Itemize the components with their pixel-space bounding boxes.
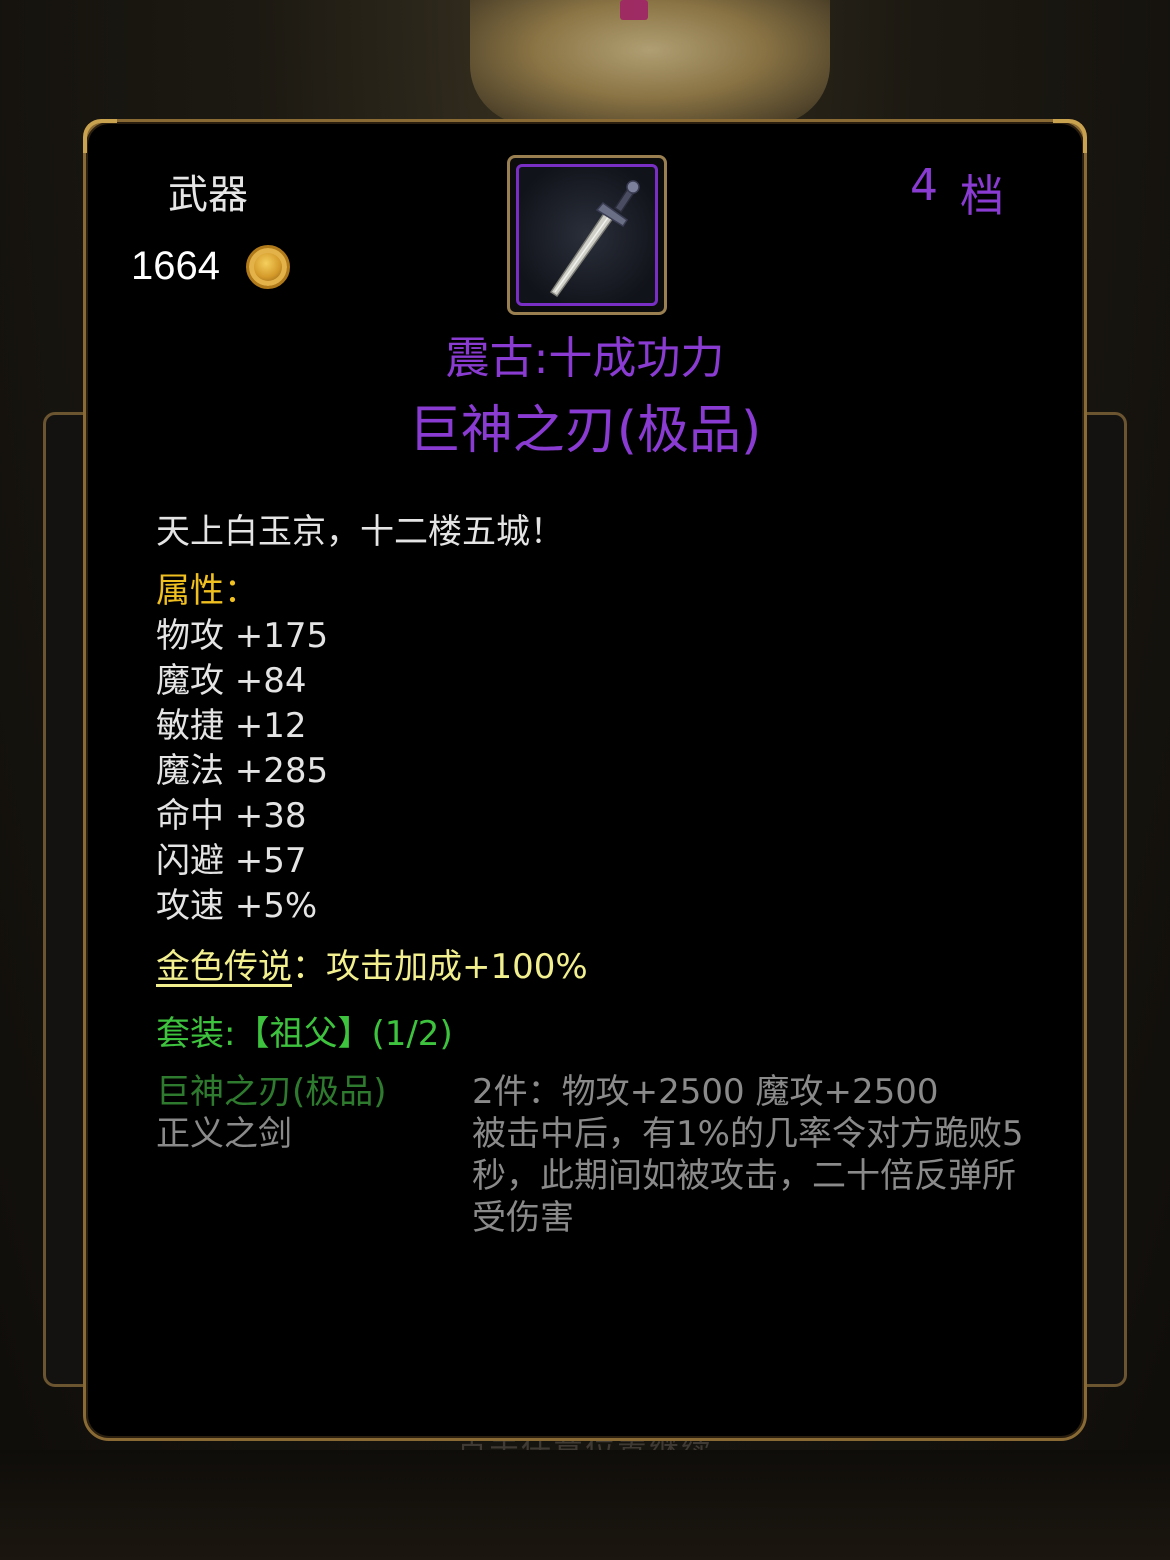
set-piece-missing: 正义之剑 — [156, 1114, 292, 1154]
tier-number: 4 — [910, 160, 940, 211]
background-bottom-decoration — [0, 1450, 1170, 1560]
set-piece-owned: 巨神之刃(极品) — [156, 1072, 387, 1112]
set-title: 套装:【祖父】(1/2) — [156, 1014, 453, 1054]
legend-link[interactable]: 金色传说 — [156, 947, 292, 987]
item-tier: 4 档 — [910, 160, 1006, 224]
set-piece-list: 巨神之刃(极品) 正义之剑 — [156, 1071, 472, 1239]
legend-bonus: 金色传说：攻击加成+100% — [156, 945, 1044, 990]
panel-corner-ornament — [83, 119, 117, 153]
flavor-text: 天上白玉京，十二楼五城！ — [156, 512, 564, 552]
character-portrait-background — [470, 0, 830, 125]
tier-unit: 档 — [960, 171, 1006, 222]
item-name: 巨神之刃(极品) — [408, 401, 762, 461]
item-description: 天上白玉京，十二楼五城！ 属性： 物攻 +175 魔攻 +84 敏捷 +12 魔… — [156, 510, 1044, 1239]
panel-corner-ornament — [1053, 119, 1087, 153]
stat-row: 敏捷 +12 — [156, 706, 307, 746]
price-value: 1664 — [131, 244, 220, 288]
set-details: 巨神之刃(极品) 正义之剑 2件：物攻+2500 魔攻+2500 被击中后，有1… — [156, 1071, 1044, 1239]
stat-row: 魔攻 +84 — [156, 661, 307, 701]
sword-icon — [516, 164, 658, 306]
legend-bonus-text: ：攻击加成+100% — [292, 947, 588, 987]
stat-row: 物攻 +175 — [156, 616, 329, 656]
stat-row: 魔法 +285 — [156, 751, 329, 791]
attributes-title: 属性： — [156, 571, 258, 611]
set-bonus-line: 被击中后，有1%的几率令对方跪败5秒，此期间如被攻击，二十倍反弹所受伤害 — [472, 1114, 1024, 1238]
item-affix: 震古:十成功力 — [445, 333, 725, 384]
stat-row: 闪避 +57 — [156, 841, 307, 881]
item-tooltip-panel: 武器 1664 4 档 震古:十成功力 巨神之刃(极品) 天上白玉京，十二楼五城… — [83, 119, 1087, 1441]
stat-row: 攻速 +5% — [156, 886, 318, 926]
item-icon-frame — [507, 155, 667, 315]
gold-coin-icon — [245, 244, 290, 289]
set-bonus-line: 2件：物攻+2500 魔攻+2500 — [472, 1072, 939, 1112]
item-price: 1664 — [131, 244, 290, 289]
set-bonus: 2件：物攻+2500 魔攻+2500 被击中后，有1%的几率令对方跪败5秒，此期… — [472, 1071, 1044, 1239]
item-category: 武器 — [168, 172, 248, 218]
stat-row: 命中 +38 — [156, 796, 307, 836]
